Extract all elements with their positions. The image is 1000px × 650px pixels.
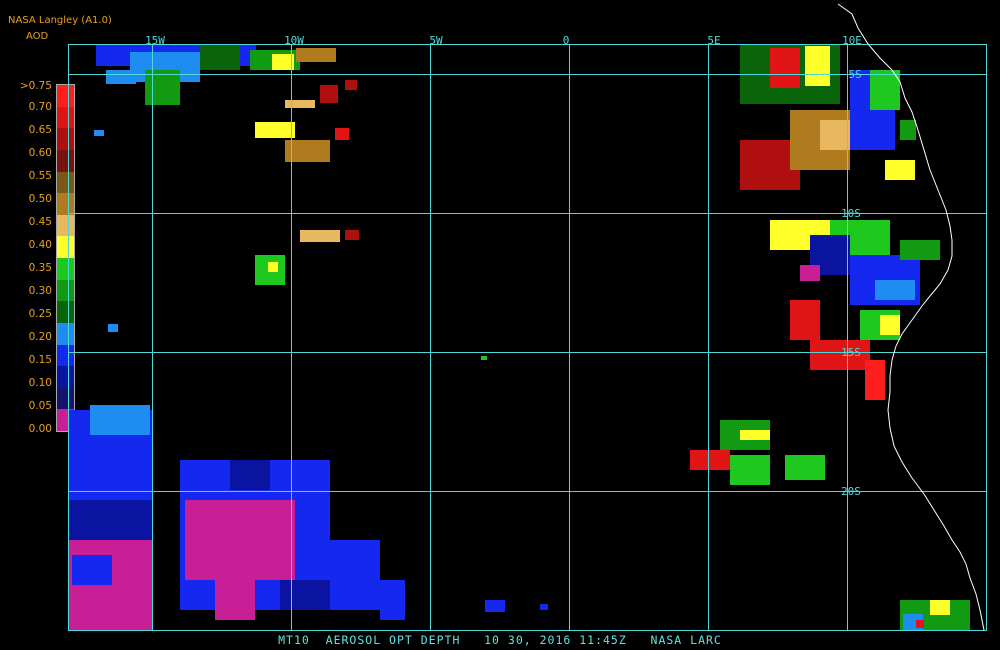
- aod-patch: [255, 122, 295, 138]
- aod-patch: [805, 46, 830, 86]
- aod-patch: [810, 340, 870, 370]
- aod-patch: [690, 450, 730, 470]
- aod-patch: [330, 540, 380, 610]
- aod-patch: [72, 555, 112, 585]
- aod-patch: [320, 85, 338, 103]
- lon-label-5e: 5E: [707, 34, 720, 47]
- aod-patch: [785, 455, 825, 480]
- aod-patch: [880, 315, 900, 335]
- aod-patch: [885, 160, 915, 180]
- lon-label-10e: 10E: [842, 34, 862, 47]
- aod-patch: [380, 580, 405, 620]
- aod-patch: [68, 500, 153, 540]
- aod-patch: [200, 46, 240, 70]
- aod-patch: [90, 405, 150, 435]
- aod-patch: [740, 430, 770, 440]
- aod-patch: [296, 48, 336, 62]
- aod-patch: [108, 324, 118, 332]
- aod-patch: [94, 130, 104, 136]
- aod-patch: [916, 620, 924, 628]
- aod-patch: [268, 262, 278, 272]
- aerosol-patches: [68, 44, 970, 630]
- aod-patch: [335, 128, 349, 140]
- aod-patch: [790, 300, 820, 340]
- map-panel: NASA Langley (A1.0) AOD >0.75 0.70 0.65 …: [0, 0, 1000, 650]
- aod-patch: [485, 600, 505, 612]
- aod-patch: [481, 356, 487, 360]
- aod-patch: [280, 580, 330, 610]
- aod-patch: [875, 280, 915, 300]
- aod-patch: [285, 100, 315, 108]
- lat-label-20s: 20S: [841, 485, 861, 498]
- aod-patch: [865, 360, 885, 400]
- aod-patch: [800, 265, 820, 281]
- caption-bar: MT10 AEROSOL OPT DEPTH 10 30, 2016 11:45…: [278, 633, 722, 647]
- aod-patch: [900, 240, 940, 260]
- aod-patch: [230, 460, 270, 490]
- aod-patch: [106, 70, 136, 84]
- aod-patch: [300, 230, 340, 242]
- lon-label-5w: 5W: [429, 34, 443, 47]
- lat-label-15s: 15S: [841, 346, 861, 359]
- aod-patch: [930, 600, 950, 615]
- aod-patch: [820, 120, 850, 150]
- aod-patch: [540, 604, 548, 610]
- aod-patch: [770, 48, 800, 88]
- aod-patch: [185, 500, 295, 580]
- lon-label-15w: 15W: [145, 34, 165, 47]
- aod-patch: [900, 120, 916, 140]
- aod-patch: [730, 455, 770, 485]
- aod-patch: [145, 70, 180, 105]
- aod-patch: [215, 580, 255, 620]
- lat-label-5s: 5S: [848, 68, 861, 81]
- lon-label-10w: 10W: [284, 34, 304, 47]
- aod-patch: [345, 230, 359, 240]
- lat-label-10s: 10S: [841, 207, 861, 220]
- aod-patch: [272, 54, 294, 70]
- lon-label-0: 0: [563, 34, 570, 47]
- aerosol-map: 15W 10W 5W 0 5E 10E 5S 10S 15S 20S: [68, 3, 987, 631]
- aod-patch: [345, 80, 357, 90]
